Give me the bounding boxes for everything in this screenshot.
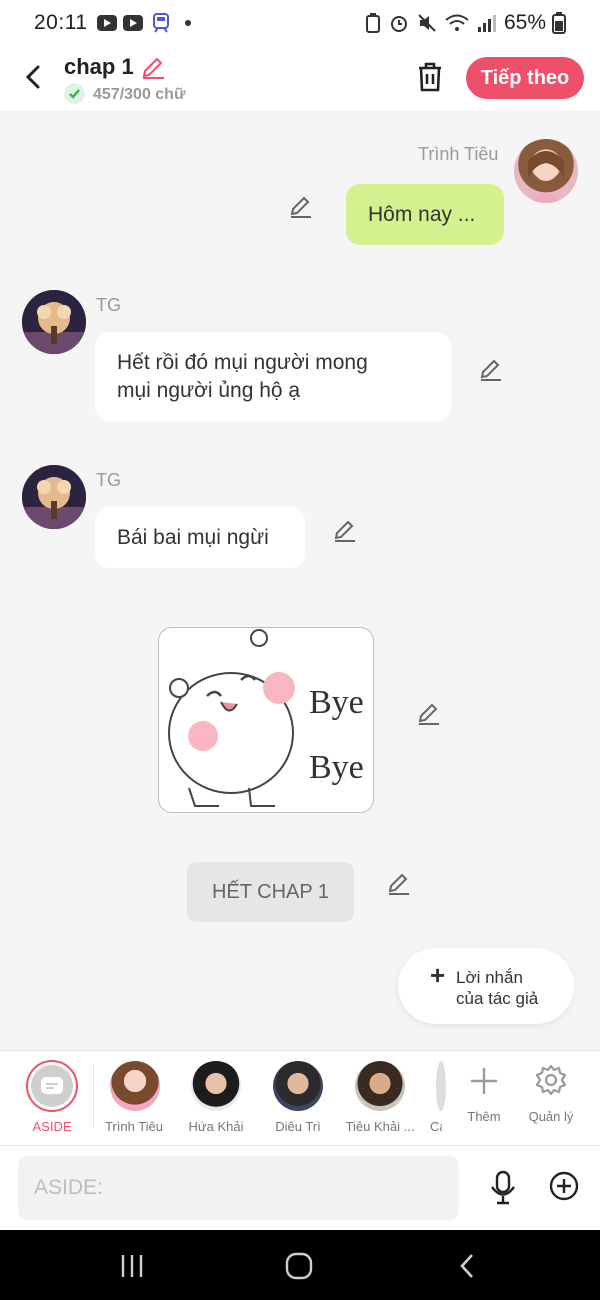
avatar[interactable] [22, 465, 86, 529]
battery-percent: 65% [503, 11, 546, 34]
character-label: ASIDE [32, 1119, 72, 1134]
author-note-label: của tác giả [456, 989, 539, 1008]
message-bubble[interactable]: Hôm nay ... [346, 184, 504, 245]
sender-name: TG [96, 470, 121, 490]
battery-saver-icon [365, 13, 380, 33]
word-counter: 457/300 chữ [93, 86, 186, 103]
message-bubble[interactable]: Hết rồi đó mụi người mong mụi người ủng … [95, 332, 451, 421]
edit-title-pencil-icon[interactable] [140, 54, 166, 80]
manage-label[interactable]: Quản lý [506, 1109, 596, 1124]
alarm-icon [390, 16, 407, 32]
back-arrow-icon[interactable] [20, 60, 48, 94]
signal-icon [477, 15, 496, 32]
message-line: Hết rồi đó mụi người mong [117, 351, 368, 374]
avatar[interactable] [514, 139, 578, 203]
video-app-icon [123, 15, 143, 31]
aside-character-button[interactable] [26, 1060, 78, 1112]
edit-message-pencil-icon[interactable] [386, 870, 412, 896]
add-circle-icon[interactable] [548, 1170, 580, 1202]
edit-message-pencil-icon[interactable] [332, 517, 358, 543]
character-label: Hứa Khải [188, 1119, 244, 1134]
status-bar: 20:11 65% [0, 0, 600, 46]
mute-icon [418, 14, 436, 32]
video-app-icon [97, 15, 117, 31]
editor-header: chap 1 457/300 chữ Tiếp theo [0, 46, 600, 110]
edit-message-pencil-icon[interactable] [416, 700, 442, 726]
character-selector-bar: ASIDE Trình Tiêu Hứa Khải Diêu Trì Tiêu … [0, 1050, 600, 1146]
edit-message-pencil-icon[interactable] [288, 193, 314, 219]
character-avatar-tieu-khai[interactable] [355, 1061, 405, 1111]
recent-apps-icon[interactable] [118, 1252, 146, 1280]
sticker-text: Bye [309, 684, 364, 721]
chat-bubble-icon [31, 1065, 73, 1107]
plus-icon: + [430, 960, 446, 990]
message-input[interactable] [18, 1156, 459, 1220]
character-label: Diêu Trì [275, 1119, 321, 1134]
bear-sticker-image: Bye Bye [168, 629, 364, 807]
author-note-button[interactable]: + Lời nhắn của tác giả [398, 948, 574, 1024]
divider [93, 1065, 94, 1127]
trash-icon[interactable] [414, 60, 446, 94]
character-avatar-partial[interactable] [436, 1061, 446, 1111]
train-app-icon [153, 13, 169, 33]
character-avatar-hua-khai[interactable] [191, 1061, 241, 1111]
character-avatar-dieu-tri[interactable] [273, 1061, 323, 1111]
chapter-end-label[interactable]: HẾT CHAP 1 [187, 862, 354, 922]
chapter-title[interactable]: chap 1 [64, 54, 134, 80]
sticker-message[interactable]: Bye Bye [158, 627, 374, 813]
check-icon [64, 83, 85, 104]
chat-story-editor-screen: 20:11 65% chap 1 457/300 chữ Tiếp theo T… [0, 0, 600, 1300]
next-button[interactable]: Tiếp theo [466, 57, 584, 99]
microphone-icon[interactable] [488, 1170, 518, 1206]
character-label: Trình Tiêu [104, 1119, 164, 1134]
edit-message-pencil-icon[interactable] [478, 356, 504, 382]
message-line: mụi người ủng hộ ạ [117, 379, 301, 402]
message-input-row [0, 1146, 600, 1230]
character-avatar-trinh-tieu[interactable] [110, 1061, 160, 1111]
character-label: Tiêu Khải ... [345, 1119, 415, 1134]
system-navigation-bar [0, 1230, 600, 1300]
add-character-icon[interactable] [468, 1065, 500, 1097]
sender-name: Trình Tiêu [418, 144, 499, 164]
gear-icon[interactable] [534, 1063, 568, 1097]
avatar[interactable] [22, 290, 86, 354]
wifi-icon [445, 14, 469, 31]
home-icon[interactable] [284, 1251, 314, 1281]
status-icons: 65% [364, 11, 566, 35]
sticker-text: Bye [309, 749, 364, 786]
nav-back-icon[interactable] [455, 1251, 481, 1281]
message-bubble[interactable]: Bái bai mụi ngừi [95, 507, 305, 568]
dot-icon [185, 20, 191, 26]
battery-icon [552, 12, 566, 34]
sender-name: TG [96, 295, 121, 315]
status-time: 20:11 [34, 11, 88, 34]
author-note-label: Lời nhắn [456, 968, 523, 987]
